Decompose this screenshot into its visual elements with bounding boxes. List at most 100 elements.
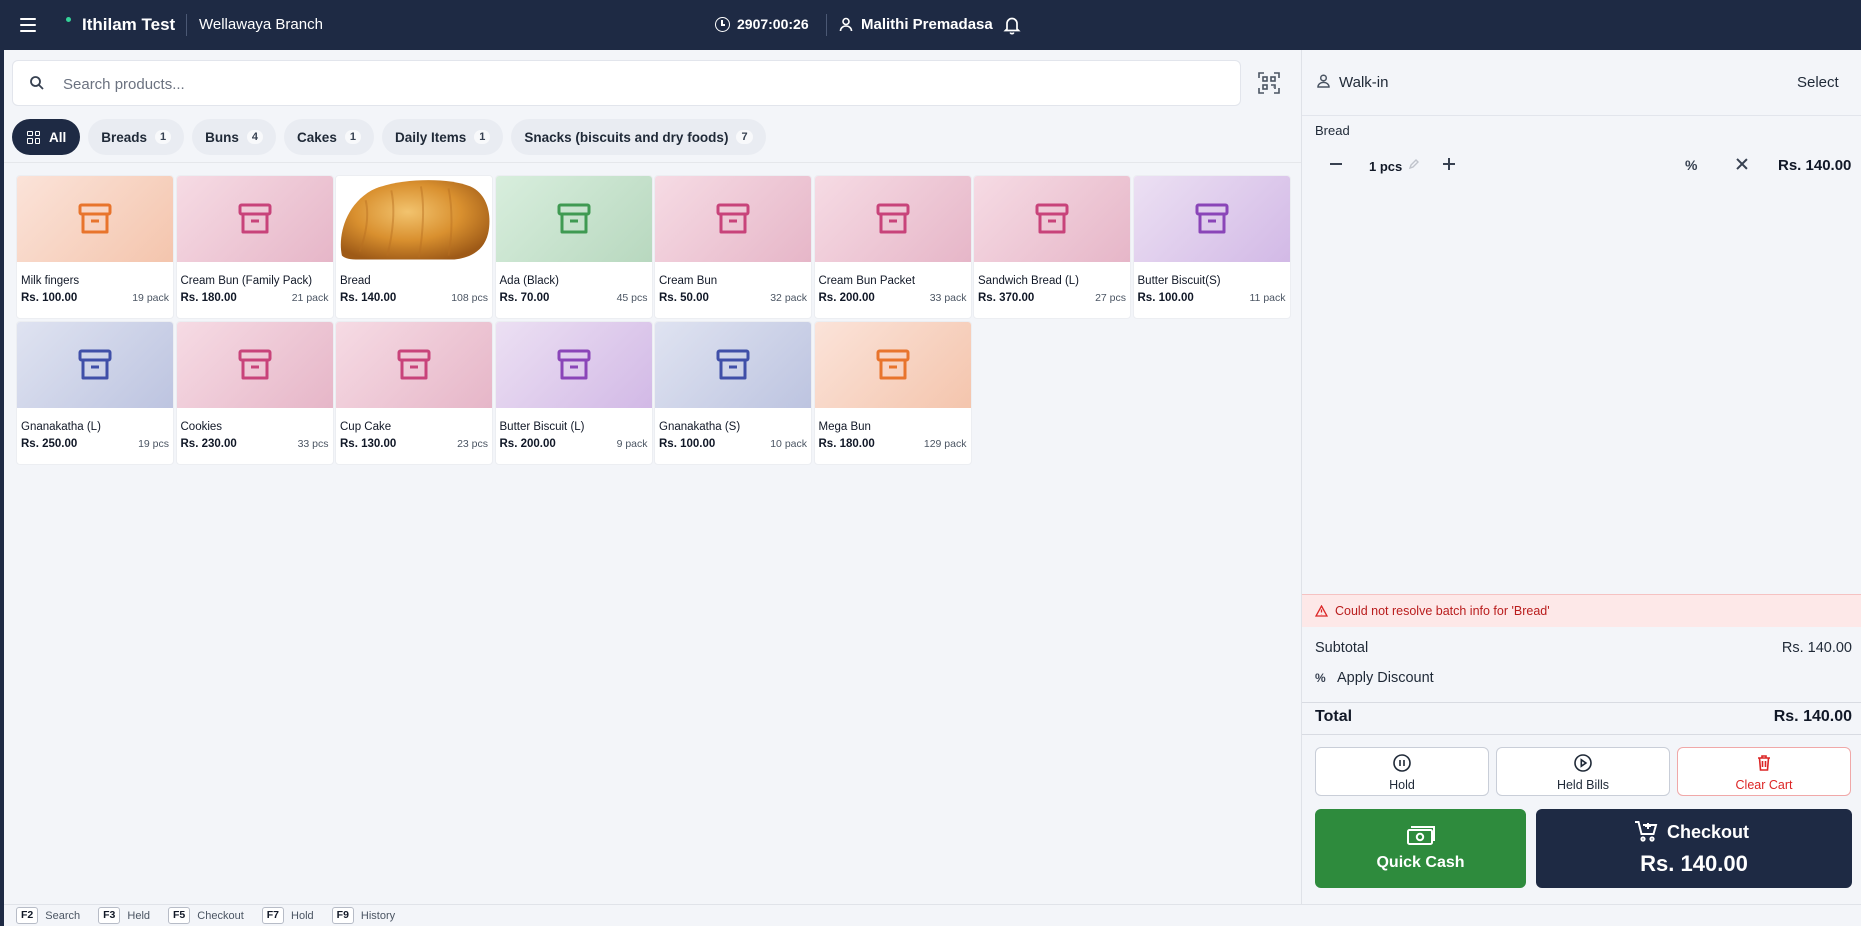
product-card[interactable]: Cup Cake Rs. 130.00 23 pcs <box>335 321 493 465</box>
shortcut-bar: F2 Search F3 Held F5 Checkout F7 Hold F9 History <box>4 904 1861 926</box>
product-stock: 21 pack <box>291 292 329 304</box>
product-card[interactable]: Milk fingers Rs. 100.00 19 pack <box>16 175 174 319</box>
product-name: Cream Bun Packet <box>818 275 916 287</box>
product-card[interactable]: Butter Biscuit(S) Rs. 100.00 11 pack <box>1132 175 1291 319</box>
product-stock: 19 pack <box>132 292 169 304</box>
divider <box>1302 734 1861 735</box>
divider <box>4 162 1301 163</box>
product-stock: 19 pcs <box>138 438 169 450</box>
box-icon <box>974 176 1130 262</box>
category-label: Daily Items <box>394 129 467 145</box>
edit-qty-icon[interactable] <box>1408 158 1420 170</box>
product-name: Milk fingers <box>21 275 80 287</box>
bell-icon[interactable] <box>1003 15 1021 35</box>
product-stock: 108 pcs <box>451 292 488 304</box>
product-price: Rs. 200.00 <box>499 438 556 450</box>
product-meta: Rs. 50.00 32 pack <box>655 290 811 304</box>
category-chip-breads[interactable]: Breads 1 <box>88 119 185 155</box>
product-name: Ada (Black) <box>499 275 559 287</box>
grid-icon <box>27 130 40 144</box>
line-discount-icon[interactable]: % <box>1685 157 1701 173</box>
customer-icon <box>1317 74 1330 88</box>
hold-button[interactable]: Hold <box>1315 747 1489 796</box>
product-card[interactable]: Gnanakatha (S) Rs. 100.00 10 pack <box>654 321 812 465</box>
product-grid: Milk fingers Rs. 100.00 19 pack Cream Bun (… <box>16 175 1291 465</box>
remove-line-icon[interactable] <box>1735 157 1749 171</box>
search-icon <box>30 76 44 90</box>
apply-discount-button[interactable]: Apply Discount <box>1337 670 1434 686</box>
category-chip-all[interactable]: All <box>12 119 81 155</box>
product-card[interactable]: Butter Biscuit (L) Rs. 200.00 9 pack <box>494 321 653 465</box>
clock-icon <box>715 17 730 32</box>
checkout-button[interactable]: Checkout Rs. 140.00 <box>1536 809 1852 888</box>
checkout-amount: Rs. 140.00 <box>1640 851 1748 876</box>
cart-line-total: Rs. 140.00 <box>1778 157 1852 174</box>
shortcut-hint: F3 Held <box>98 907 150 924</box>
product-meta: Rs. 250.00 19 pcs <box>17 436 173 450</box>
product-meta: Rs. 230.00 33 pcs <box>177 436 333 450</box>
product-card[interactable]: Cookies Rs. 230.00 33 pcs <box>175 321 334 465</box>
category-label: Breads <box>101 129 148 145</box>
product-price: Rs. 100.00 <box>659 438 716 450</box>
box-icon <box>495 322 652 408</box>
product-stock: 23 pcs <box>457 438 488 450</box>
category-chip-cakes[interactable]: Cakes 1 <box>284 119 374 155</box>
clear-cart-label: Clear Cart <box>1735 778 1793 792</box>
box-icon <box>176 176 333 262</box>
barcode-scan-icon[interactable] <box>1256 70 1282 96</box>
category-label: Snacks (biscuits and dry foods) <box>524 129 729 145</box>
shortcut-hint: F7 Hold <box>261 907 314 924</box>
clear-cart-button[interactable]: Clear Cart <box>1677 747 1851 796</box>
cart-icon <box>1635 821 1658 842</box>
shortcut-label: Hold <box>291 909 314 922</box>
product-card[interactable]: Cream Bun (Family Pack) Rs. 180.00 21 pack <box>175 175 334 319</box>
product-card[interactable]: Gnanakatha (L) Rs. 250.00 19 pcs <box>16 321 174 465</box>
top-bar: Ithilam Test Wellawaya Branch 2907:00:26… <box>0 0 1861 50</box>
category-label: All <box>49 129 67 145</box>
box-icon <box>814 322 971 408</box>
product-name: Cup Cake <box>340 421 392 433</box>
category-count: 7 <box>736 130 753 144</box>
menu-icon[interactable] <box>18 15 38 35</box>
decrease-qty-button[interactable] <box>1329 157 1343 171</box>
product-card[interactable]: Cream Bun Rs. 50.00 32 pack <box>654 175 812 319</box>
product-stock: 10 pack <box>770 438 807 450</box>
shortcut-label: Search <box>45 909 81 922</box>
cart-line-qty[interactable]: 1 pcs <box>1369 159 1402 174</box>
product-price: Rs. 180.00 <box>818 438 875 450</box>
box-icon <box>495 176 652 262</box>
category-chip-daily-items[interactable]: Daily Items 1 <box>381 119 504 155</box>
increase-qty-button[interactable] <box>1442 157 1456 171</box>
quick-cash-button[interactable]: Quick Cash <box>1315 809 1526 888</box>
product-stock: 45 pcs <box>616 292 648 304</box>
product-name: Cookies <box>180 421 223 433</box>
product-card[interactable]: Ada (Black) Rs. 70.00 45 pcs <box>494 175 653 319</box>
shortcut-key: F5 <box>168 907 191 924</box>
select-customer-button[interactable]: Select <box>1797 74 1839 91</box>
product-meta: Rs. 140.00 108 pcs <box>336 290 492 304</box>
product-card[interactable]: Sandwich Bread (L) Rs. 370.00 27 pcs <box>973 175 1131 319</box>
search-input[interactable] <box>63 71 1223 97</box>
category-chip-snacks[interactable]: Snacks (biscuits and dry foods) 7 <box>511 119 766 155</box>
customer-row: Walk-in Select <box>1302 50 1861 116</box>
product-meta: Rs. 200.00 33 pack <box>815 290 971 304</box>
category-chip-buns[interactable]: Buns 4 <box>192 119 277 155</box>
product-meta: Rs. 130.00 23 pcs <box>336 436 492 450</box>
checkout-label: Checkout <box>1667 822 1750 842</box>
product-name: Butter Biscuit(S) <box>1137 275 1221 287</box>
product-card[interactable]: Cream Bun Packet Rs. 200.00 33 pack <box>813 175 972 319</box>
product-meta: Rs. 180.00 21 pack <box>177 290 333 304</box>
held-bills-button[interactable]: Held Bills <box>1496 747 1670 796</box>
user-icon <box>839 17 853 32</box>
total-value: Rs. 140.00 <box>1773 708 1852 725</box>
box-icon <box>17 322 173 408</box>
header-divider <box>826 14 827 36</box>
product-meta: Rs. 70.00 45 pcs <box>496 290 652 304</box>
product-price: Rs. 130.00 <box>340 438 397 450</box>
product-card[interactable]: Bread Rs. 140.00 108 pcs <box>335 175 493 319</box>
product-name: Mega Bun <box>818 421 871 433</box>
product-price: Rs. 100.00 <box>1137 292 1194 304</box>
product-card[interactable]: Mega Bun Rs. 180.00 129 pack <box>813 321 972 465</box>
company-name: Ithilam Test <box>82 15 176 34</box>
user-name[interactable]: Malithi Premadasa <box>861 16 993 33</box>
